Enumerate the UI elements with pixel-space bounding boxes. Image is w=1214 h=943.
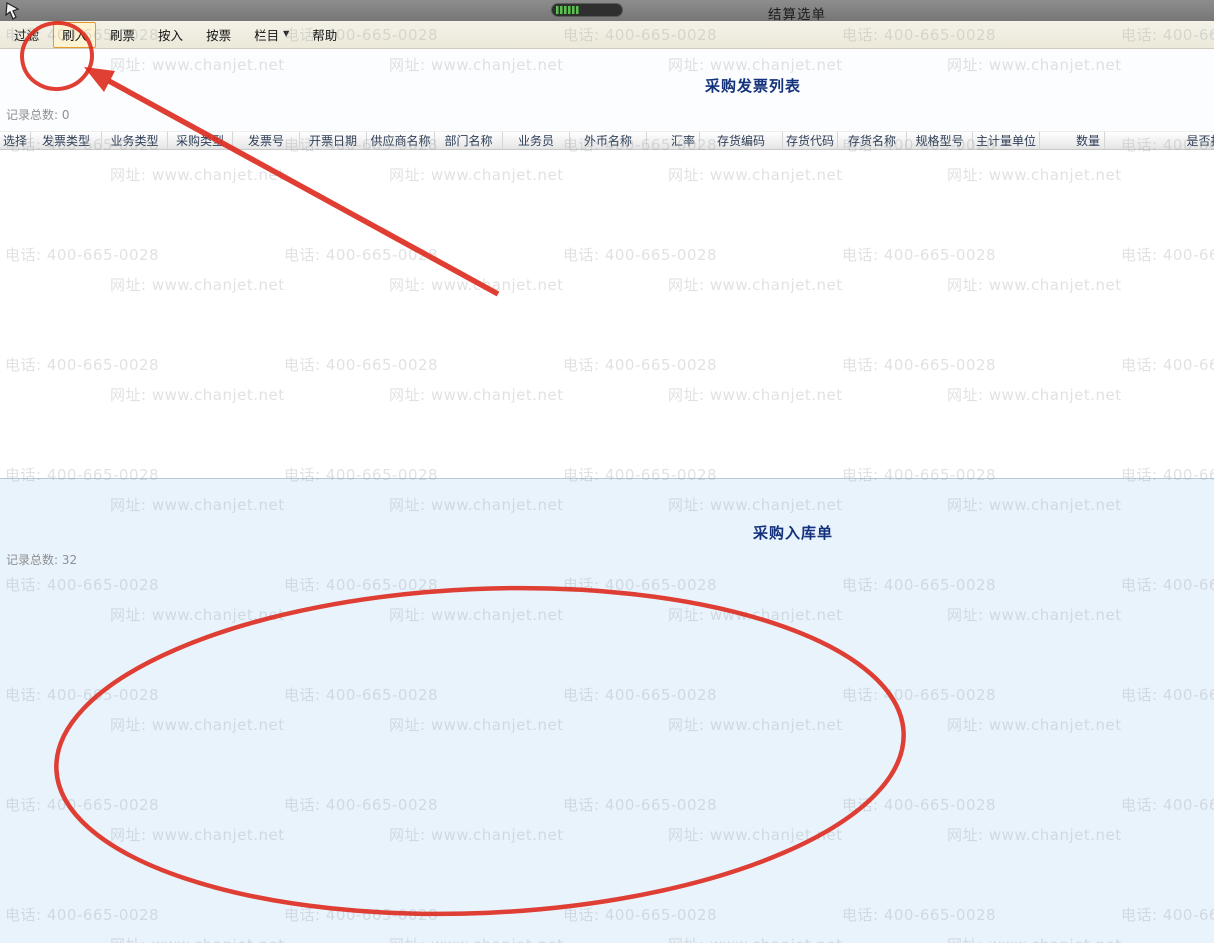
header-cell[interactable]: 存货代码 bbox=[783, 131, 838, 150]
header-cell[interactable]: 存货编码 bbox=[700, 131, 783, 150]
header-cell[interactable]: 存货名称 bbox=[838, 131, 907, 150]
purchase-receipt-section bbox=[0, 478, 1214, 943]
toolbar-button-pick-invoice[interactable]: 按票 bbox=[197, 22, 240, 48]
purchase-invoice-section: 采购发票列表 记录总数: 0 选择 发票类型 业务类型 采购类型 发票号 开票日期 供应商名… bbox=[0, 48, 1214, 478]
header-cell[interactable]: 选择 bbox=[0, 131, 31, 150]
toolbar: 过滤 刷入 刷票 按入 按票 栏目 ▼ 帮助 bbox=[0, 21, 1214, 49]
header-cell[interactable]: 部门名称 bbox=[435, 131, 503, 150]
header-cell[interactable]: 发票类型 bbox=[31, 131, 102, 150]
invoice-table-header: 选择 发票类型 业务类型 采购类型 发票号 开票日期 供应商名称 部门名称 业务员 外币名称 汇率存… bbox=[0, 131, 1214, 150]
toolbar-button-brush-invoice[interactable]: 刷票 bbox=[101, 22, 144, 48]
toolbar-button-label: 按入 bbox=[158, 27, 184, 43]
toolbar-button-label: 刷票 bbox=[110, 27, 136, 43]
header-cell[interactable]: 采购类型 bbox=[168, 131, 233, 150]
header-cell[interactable]: 开票日期 bbox=[300, 131, 367, 150]
settlement-selection-window: 结算选单 过滤 刷入 刷票 按入 按票 栏目 ▼ 帮助 采购发票列表 记录总数: 0 选择 发票… bbox=[0, 0, 1214, 943]
header-cell[interactable]: 是否扣 bbox=[1105, 131, 1214, 150]
recording-indicator-icon bbox=[551, 3, 623, 17]
receipt-record-count: 记录总数: 32 bbox=[6, 553, 78, 567]
window-title: 结算选单 bbox=[768, 7, 826, 23]
mouse-cursor-icon bbox=[5, 2, 20, 20]
header-cell[interactable]: 主计量单位 bbox=[973, 131, 1040, 150]
header-cell[interactable]: 供应商名称 bbox=[367, 131, 435, 150]
invoice-table-body[interactable] bbox=[0, 150, 1214, 478]
toolbar-button-label: 按票 bbox=[206, 27, 232, 43]
header-cell[interactable]: 业务类型 bbox=[102, 131, 168, 150]
toolbar-button-brush-in[interactable]: 刷入 bbox=[53, 21, 97, 48]
header-cell[interactable]: 规格型号 bbox=[907, 131, 973, 150]
receipt-section-title: 采购入库单 bbox=[753, 524, 834, 542]
toolbar-button-pick-in[interactable]: 按入 bbox=[149, 22, 192, 48]
header-cell[interactable]: 汇率 bbox=[647, 131, 700, 150]
toolbar-button-help[interactable]: 帮助 bbox=[303, 22, 346, 48]
toolbar-button-columns[interactable]: 栏目 ▼ bbox=[245, 22, 298, 48]
dropdown-caret-icon: ▼ bbox=[283, 29, 290, 38]
toolbar-button-label: 帮助 bbox=[312, 27, 338, 43]
invoice-section-title: 采购发票列表 bbox=[705, 77, 802, 95]
toolbar-button-label: 栏目 bbox=[254, 27, 280, 43]
header-cell[interactable]: 外币名称 bbox=[570, 131, 647, 150]
header-cell[interactable]: 数量 bbox=[1040, 131, 1105, 150]
header-cell[interactable]: 业务员 bbox=[503, 131, 570, 150]
invoice-record-count: 记录总数: 0 bbox=[6, 108, 70, 122]
toolbar-button-label: 过滤 bbox=[14, 27, 40, 43]
toolbar-button-filter[interactable]: 过滤 bbox=[5, 22, 48, 48]
toolbar-button-label: 刷入 bbox=[62, 27, 88, 43]
header-cell[interactable]: 发票号 bbox=[233, 131, 300, 150]
